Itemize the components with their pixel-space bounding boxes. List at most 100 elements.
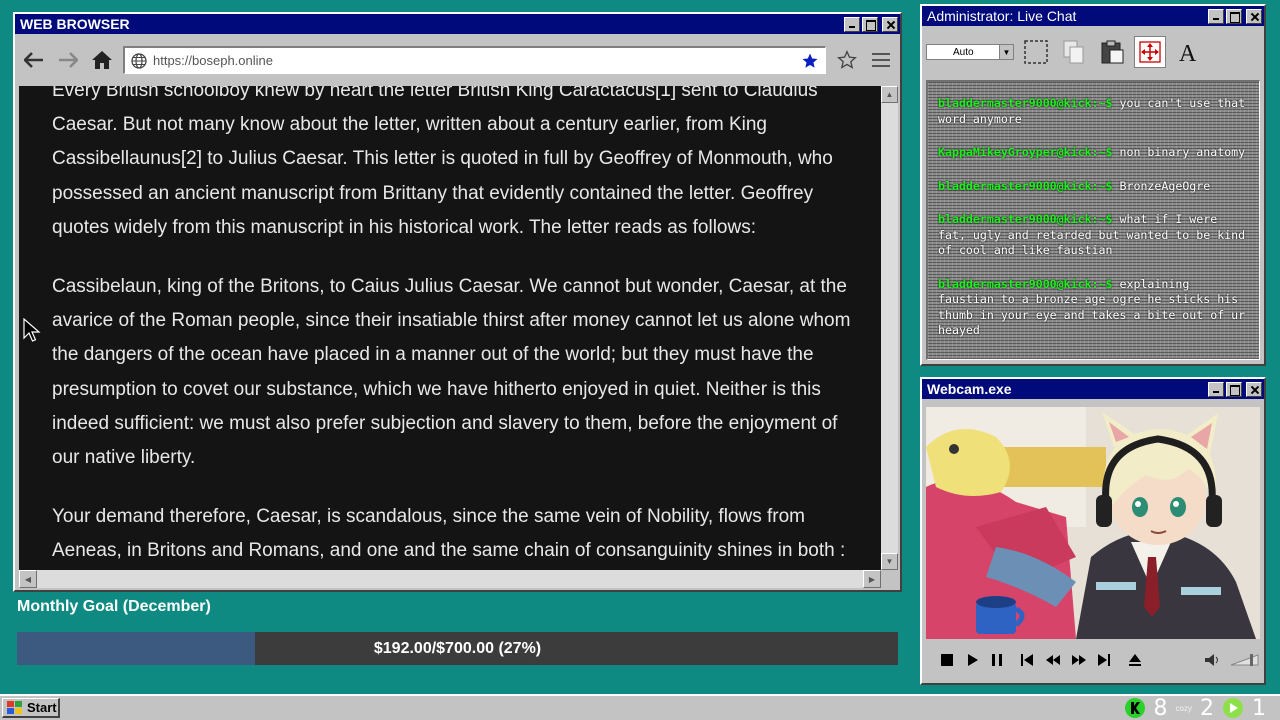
hamburger-menu-icon	[872, 53, 890, 67]
stream-viewer-count: 1	[1252, 695, 1266, 720]
vertical-scrollbar[interactable]: ▲ ▼	[881, 86, 898, 570]
forward-arrow-icon	[59, 52, 78, 68]
bookmark-star-filled-icon	[802, 53, 818, 68]
chat-message: KappaMikeyGroyper@kick:~$ non binary ana…	[938, 145, 1250, 161]
previous-button[interactable]	[1020, 652, 1035, 668]
url-text: https://boseph.online	[153, 53, 273, 68]
chat-message: bladdermaster9000@kick:~$ BronzeAgeOgre	[938, 179, 1250, 195]
move-tool-button[interactable]	[1134, 36, 1166, 68]
back-arrow-icon	[24, 52, 43, 68]
play-button[interactable]	[965, 652, 980, 668]
kick-logo-icon	[1124, 698, 1145, 718]
font-button[interactable]: A	[1172, 36, 1204, 68]
minimize-button[interactable]	[1208, 8, 1224, 24]
copy-button[interactable]	[1058, 36, 1090, 68]
select-tool-button[interactable]	[1020, 36, 1052, 68]
goal-label: Monthly Goal (December)	[17, 598, 211, 615]
close-button[interactable]	[882, 16, 898, 32]
next-button[interactable]	[1097, 652, 1112, 668]
close-button[interactable]	[1246, 381, 1262, 397]
fast-forward-icon	[1071, 655, 1086, 665]
play-icon	[968, 654, 978, 666]
start-label: Start	[27, 700, 57, 715]
rewind-button[interactable]	[1045, 652, 1061, 668]
article-paragraph: Cassibelaun, king of the Britons, to Cai…	[52, 276, 851, 469]
article-paragraph: Every British schoolboy knew by heart th…	[52, 86, 833, 238]
chat-username: bladdermaster9000@kick:~$	[938, 212, 1113, 226]
volume-slider[interactable]	[1230, 652, 1260, 668]
article-paragraph: Your demand therefore, Caesar, is scanda…	[52, 506, 846, 562]
pause-button[interactable]	[989, 652, 1004, 668]
chevron-down-icon: ▼	[999, 45, 1013, 59]
horizontal-scrollbar[interactable]: ◀ ▶	[19, 570, 881, 588]
speaker-icon	[1205, 654, 1219, 666]
taskbar: Start 8 cozy 2 1	[0, 694, 1280, 720]
maximize-button[interactable]	[1226, 8, 1242, 24]
browser-toolbar: https://boseph.online	[15, 34, 900, 86]
volume-button[interactable]	[1204, 652, 1220, 668]
star-outline-icon	[837, 50, 857, 69]
forward-button[interactable]	[55, 47, 81, 73]
cozy-viewer-count: 2	[1200, 695, 1214, 720]
chat-messages-panel[interactable]: bladdermaster9000@kick:~$ you can't use …	[926, 80, 1260, 360]
font-size-select[interactable]: Auto ▼	[926, 44, 1014, 60]
browser-titlebar[interactable]: WEB BROWSER	[15, 14, 900, 34]
rewind-icon	[1045, 655, 1060, 665]
marquee-select-icon	[1024, 40, 1048, 64]
chat-titlebar[interactable]: Administrator: Live Chat	[922, 6, 1264, 26]
scroll-left-arrow[interactable]: ◀	[19, 570, 37, 588]
webcam-titlebar[interactable]: Webcam.exe	[922, 379, 1264, 399]
chat-title: Administrator: Live Chat	[927, 8, 1077, 24]
eject-icon	[1128, 654, 1141, 666]
volume-slider-icon	[1230, 654, 1259, 666]
globe-icon	[131, 52, 147, 69]
chat-text: non binary anatomy	[1119, 145, 1246, 159]
webcam-window: Webcam.exe	[920, 377, 1266, 685]
back-button[interactable]	[21, 47, 47, 73]
chat-message: bladdermaster9000@kick:~$ you can't use …	[938, 96, 1250, 127]
menu-button[interactable]	[868, 47, 894, 73]
favorites-button[interactable]	[834, 47, 860, 73]
home-icon	[92, 51, 112, 69]
move-arrows-icon	[1139, 41, 1161, 63]
start-button[interactable]: Start	[2, 698, 60, 718]
maximize-button[interactable]	[862, 16, 878, 32]
vtuber-avatar-image	[926, 407, 1260, 639]
scroll-down-arrow[interactable]: ▼	[881, 553, 898, 570]
address-bar[interactable]: https://boseph.online	[123, 46, 826, 74]
eject-button[interactable]	[1127, 652, 1142, 668]
minimize-button[interactable]	[1208, 381, 1224, 397]
paste-button[interactable]	[1096, 36, 1128, 68]
chat-username: KappaMikeyGroyper@kick:~$	[938, 145, 1113, 159]
goal-progress-text: $192.00/$700.00 (27%)	[373, 639, 542, 657]
minimize-button[interactable]	[844, 16, 860, 32]
maximize-button[interactable]	[1226, 381, 1242, 397]
play-circle-icon	[1223, 698, 1243, 718]
goal-progress-bar: $192.00/$700.00 (27%)	[17, 632, 898, 665]
chat-message: bladdermaster9000@kick:~$ what if I were…	[938, 212, 1250, 259]
skip-forward-icon	[1098, 654, 1111, 666]
close-button[interactable]	[1246, 8, 1262, 24]
copy-icon	[1063, 40, 1084, 64]
clipboard-icon	[1101, 40, 1124, 64]
scroll-up-arrow[interactable]: ▲	[881, 86, 898, 103]
cozy-label: cozy	[1175, 703, 1192, 713]
webcam-video	[926, 407, 1260, 639]
chat-username: bladdermaster9000@kick:~$	[938, 178, 1113, 193]
scroll-right-arrow[interactable]: ▶	[863, 570, 881, 588]
page-content[interactable]: Every British schoolboy knew by heart th…	[19, 86, 881, 570]
home-button[interactable]	[89, 47, 115, 73]
kick-viewer-count: 8	[1153, 695, 1168, 720]
mouse-cursor-icon	[23, 318, 41, 342]
webcam-title: Webcam.exe	[927, 381, 1012, 397]
stop-button[interactable]	[940, 652, 955, 668]
font-size-value: Auto	[953, 46, 974, 58]
skip-back-icon	[1021, 654, 1034, 666]
browser-title: WEB BROWSER	[20, 16, 130, 32]
live-chat-window: Administrator: Live Chat Auto ▼ A bladde	[920, 4, 1266, 366]
svg-text:A: A	[1179, 41, 1197, 65]
chat-message: bladdermaster9000@kick:~$ explaining fau…	[938, 277, 1250, 339]
fast-forward-button[interactable]	[1071, 652, 1087, 668]
pause-icon	[991, 654, 1002, 666]
system-tray: 8 cozy 2 1	[1124, 696, 1266, 720]
